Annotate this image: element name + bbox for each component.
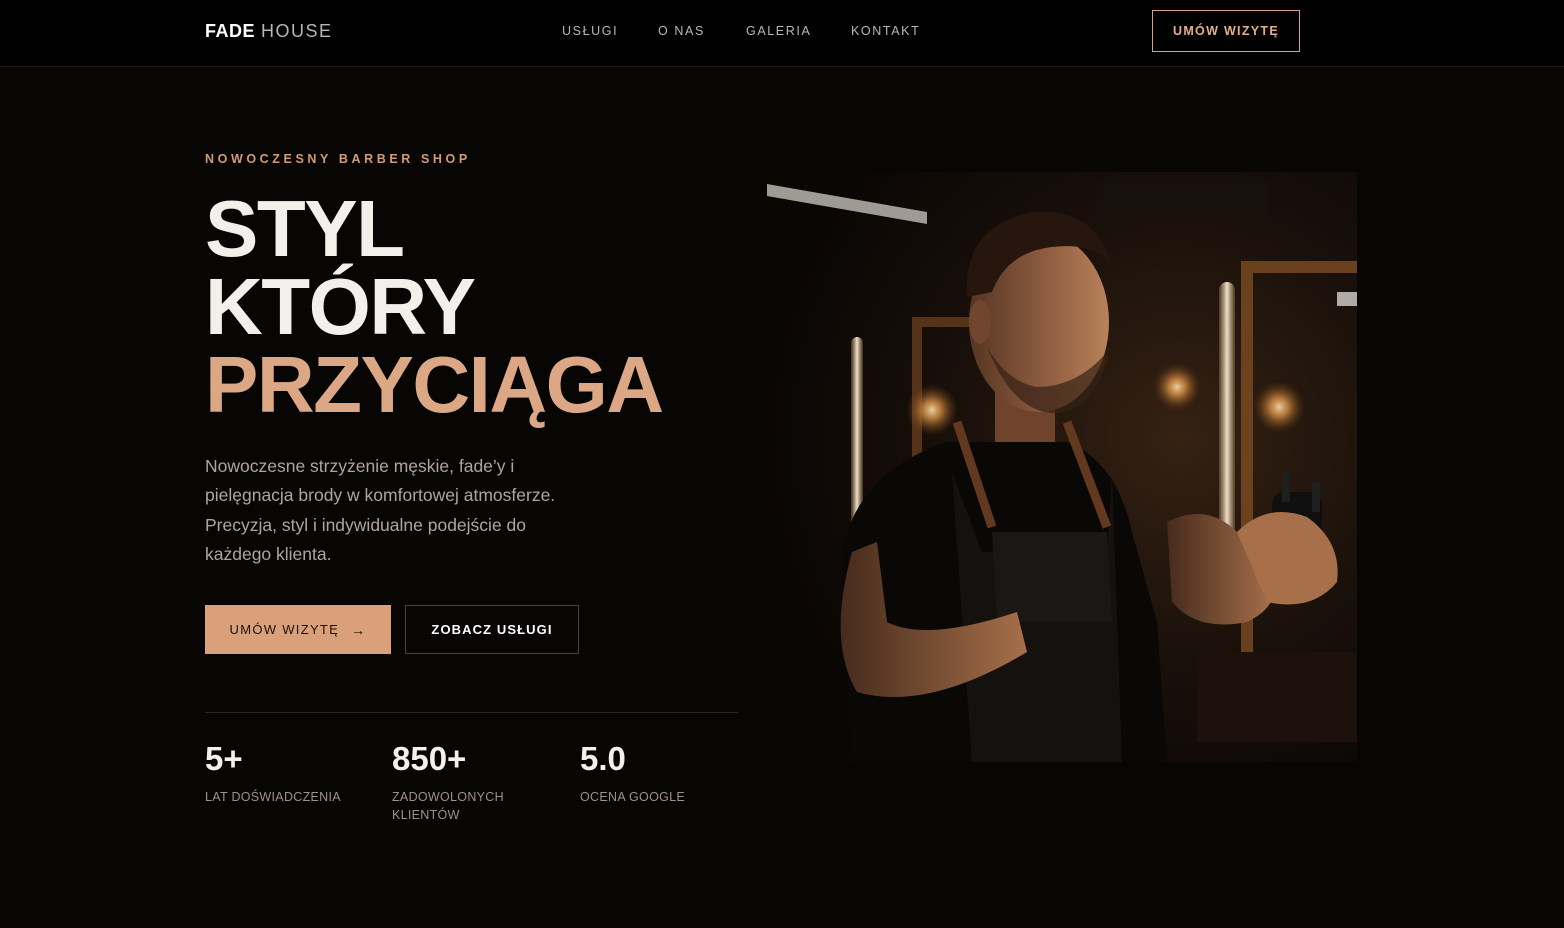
stat-label: ZADOWOLONYCH KLIENTÓW: [392, 790, 504, 822]
book-visit-button[interactable]: UMÓW WIZYTĘ →: [205, 605, 391, 654]
stat-label: OCENA GOOGLE: [580, 790, 686, 804]
stat-value: 850+: [392, 740, 467, 777]
logo-text-strong: FADE: [205, 21, 256, 41]
page: FADE HOUSE USŁUGI O NAS GALERIA KONTAKT U…: [0, 0, 1564, 928]
stat-clients: 850+ ZADOWOLONYCH KLIENTÓW: [392, 740, 532, 824]
stat-value: 5.0: [580, 740, 626, 777]
nav-link-kontakt[interactable]: KONTAKT: [851, 23, 920, 39]
hero-headline: STYL KTÓRY PRZYCIĄGA: [205, 184, 664, 429]
stat-experience: 5+ LAT DOŚWIADCZENIA: [205, 740, 375, 806]
headline-line-3: PRZYCIĄGA: [205, 340, 664, 429]
headline-line-1: STYL: [205, 184, 405, 273]
logo-text-light: HOUSE: [261, 21, 333, 41]
navbar: FADE HOUSE USŁUGI O NAS GALERIA KONTAKT U…: [0, 0, 1564, 67]
hero-eyebrow: NOWOCZESNY BARBER SHOP: [205, 152, 471, 166]
stat-rating: 5.0 OCENA GOOGLE: [580, 740, 750, 806]
nav-link-uslugi[interactable]: USŁUGI: [562, 23, 618, 39]
arrow-right-icon: →: [351, 621, 367, 638]
headline-line-2: KTÓRY: [205, 262, 476, 351]
hero-barber-photo: [767, 172, 1357, 762]
nav-link-o-nas[interactable]: O NAS: [658, 23, 705, 39]
logo[interactable]: FADE HOUSE: [205, 20, 333, 42]
stat-label: LAT DOŚWIADCZENIA: [205, 790, 341, 804]
hero-description: Nowoczesne strzyżenie męskie, fade’y i p…: [205, 456, 556, 564]
stats-divider: [205, 712, 738, 713]
book-visit-label: UMÓW WIZYTĘ: [229, 622, 340, 637]
nav-book-button[interactable]: UMÓW WIZYTĘ: [1152, 10, 1300, 52]
barber-illustration: [767, 172, 1357, 762]
see-services-button[interactable]: ZOBACZ USŁUGI: [405, 605, 579, 654]
nav-link-galeria[interactable]: GALERIA: [746, 23, 811, 39]
stat-value: 5+: [205, 740, 243, 777]
